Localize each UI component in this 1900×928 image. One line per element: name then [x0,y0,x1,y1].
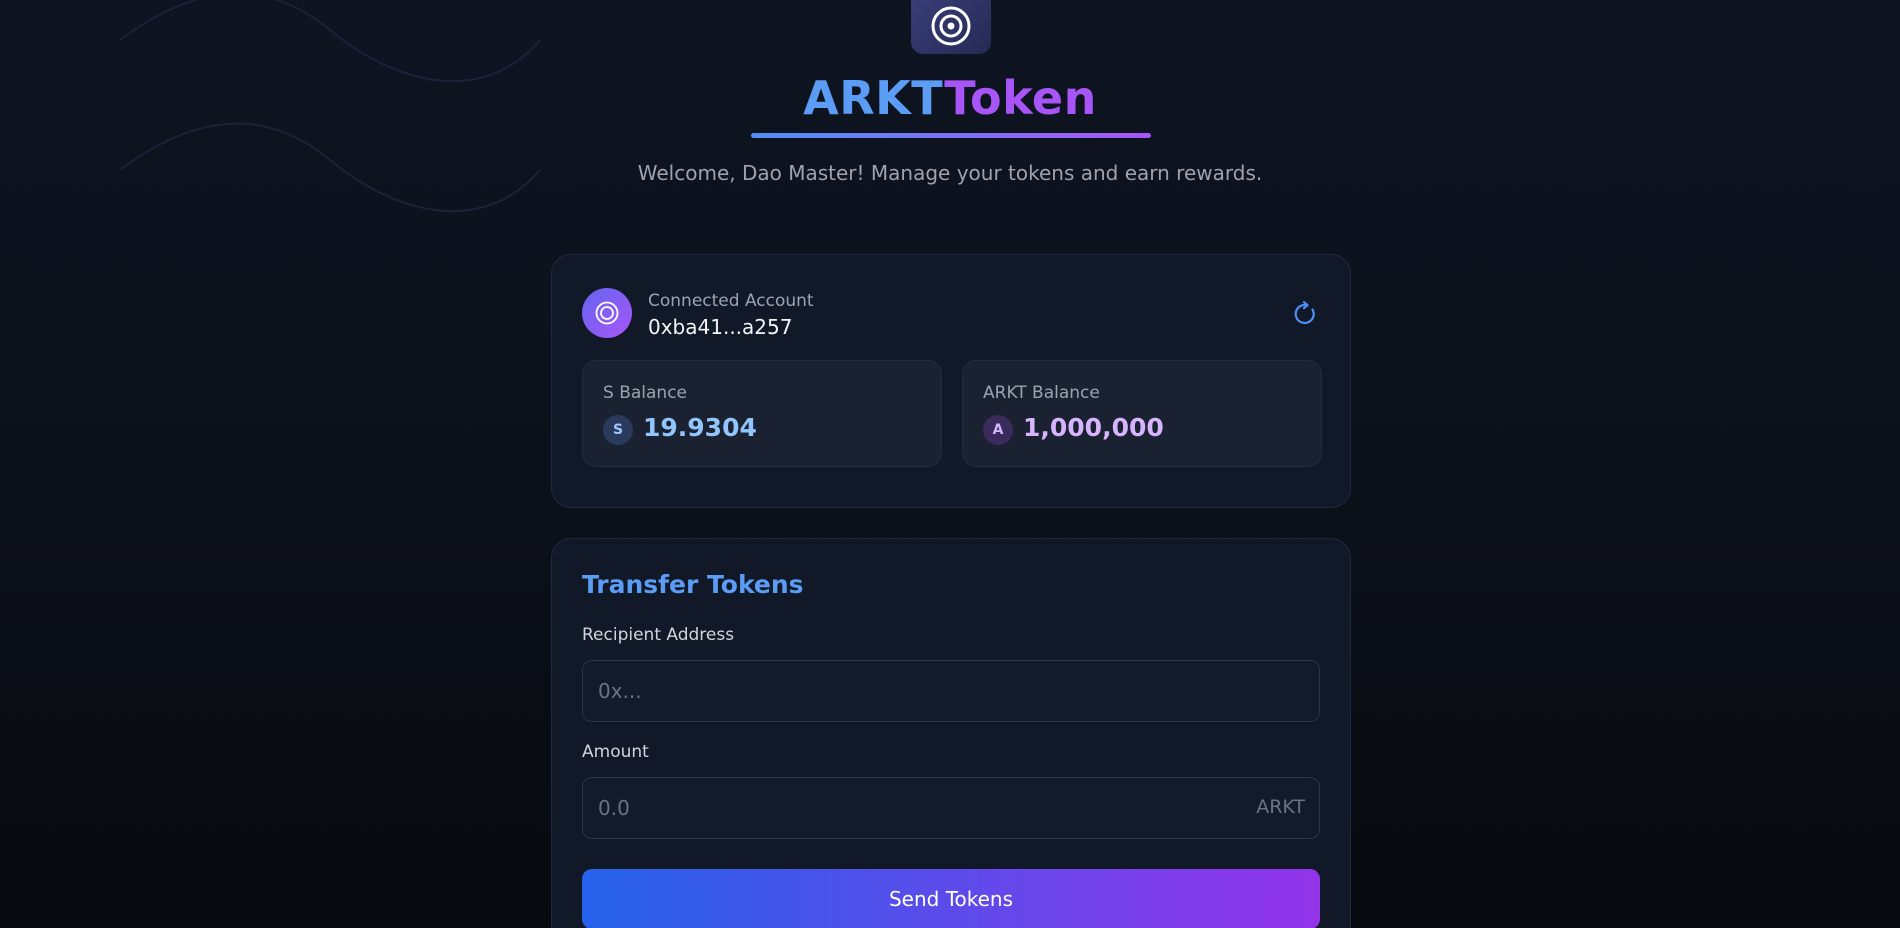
arkt-balance-value: 1,000,000 [1023,413,1164,442]
target-icon [931,6,971,46]
recipient-address-label: Recipient Address [582,625,735,645]
welcome-subtitle: Welcome, Dao Master! Manage your tokens … [637,161,1263,185]
target-icon [595,301,619,325]
connected-account-label: Connected Account [648,291,814,311]
s-balance-label: S Balance [603,383,687,403]
s-coin-icon: S [603,415,633,445]
logo [911,0,991,54]
amount-input[interactable] [582,777,1320,839]
s-balance-box: S Balance S 19.9304 [582,360,942,467]
transfer-card: Transfer Tokens Recipient Address Amount… [551,538,1351,928]
arkt-coin-icon: A [983,415,1013,445]
account-address: 0xba41...a257 [648,315,793,339]
s-balance-value: 19.9304 [643,413,757,442]
transfer-title: Transfer Tokens [582,570,804,599]
connected-account-row: Connected Account 0xba41...a257 [582,288,1320,340]
avatar [582,288,632,338]
account-card: Connected Account 0xba41...a257 S Balanc… [551,254,1351,508]
arkt-balance-box: ARKT Balance A 1,000,000 [962,360,1322,467]
page-title: ARKTToken [0,70,1900,126]
send-tokens-button[interactable]: Send Tokens [582,869,1320,928]
title-part-token: Token [944,71,1097,125]
arkt-balance-label: ARKT Balance [983,383,1100,403]
recipient-address-input[interactable] [582,660,1320,722]
refresh-icon[interactable] [1292,301,1318,327]
amount-unit: ARKT [1256,796,1305,818]
title-part-arkt: ARKT [803,71,945,125]
amount-label: Amount [582,742,649,762]
title-underline [751,133,1151,138]
